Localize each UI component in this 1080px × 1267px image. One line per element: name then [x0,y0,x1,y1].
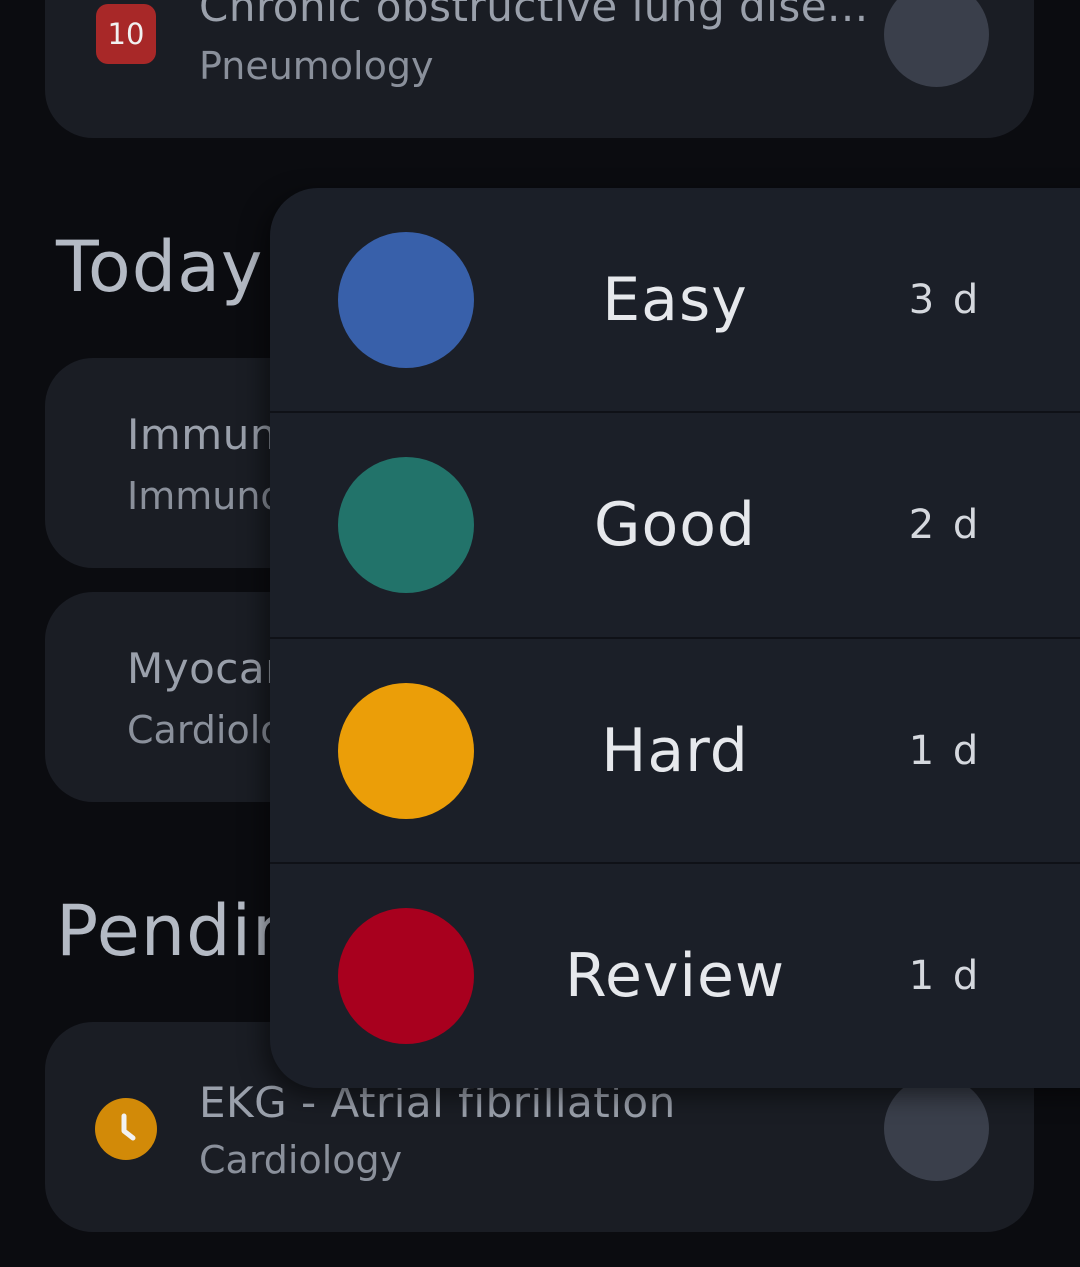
rating-label: Easy [602,265,748,335]
rating-interval: 3 d [908,277,982,323]
rating-option-easy[interactable]: Easy 3 d [270,188,1080,412]
section-title-pending: Pendir [56,890,282,972]
good-color-dot [338,457,474,593]
rating-label: Hard [601,716,749,786]
rating-option-review[interactable]: Review 1 d [270,864,1080,1088]
topic-card-copd[interactable]: 10 Chronic obstructive lung dise... Pneu… [45,0,1034,138]
rating-interval: 2 d [908,502,982,548]
review-color-dot [338,908,474,1044]
rating-interval: 1 d [908,728,982,774]
card-title: Myocar [127,644,283,693]
card-action-circle[interactable] [884,1076,989,1181]
rating-interval: 1 d [908,953,982,999]
due-count-badge: 10 [96,4,156,64]
card-action-circle[interactable] [884,0,989,87]
card-title: Chronic obstructive lung dise... [199,0,869,31]
clock-icon [95,1098,157,1160]
hard-color-dot [338,683,474,819]
screen: 10 Chronic obstructive lung dise... Pneu… [0,0,1080,1267]
rating-option-good[interactable]: Good 2 d [270,413,1080,637]
rating-label: Good [594,490,756,560]
rating-label: Review [564,941,786,1011]
card-subtitle: Immuno [127,474,284,518]
card-subtitle: Cardiology [199,1138,403,1182]
section-title-today: Today [56,226,264,308]
easy-color-dot [338,232,474,368]
rating-option-hard[interactable]: Hard 1 d [270,639,1080,863]
card-subtitle: Cardiolo [127,708,284,752]
rating-popup: Easy 3 d Good 2 d Hard 1 d Review 1 d [270,188,1080,1088]
card-subtitle: Pneumology [199,44,434,88]
